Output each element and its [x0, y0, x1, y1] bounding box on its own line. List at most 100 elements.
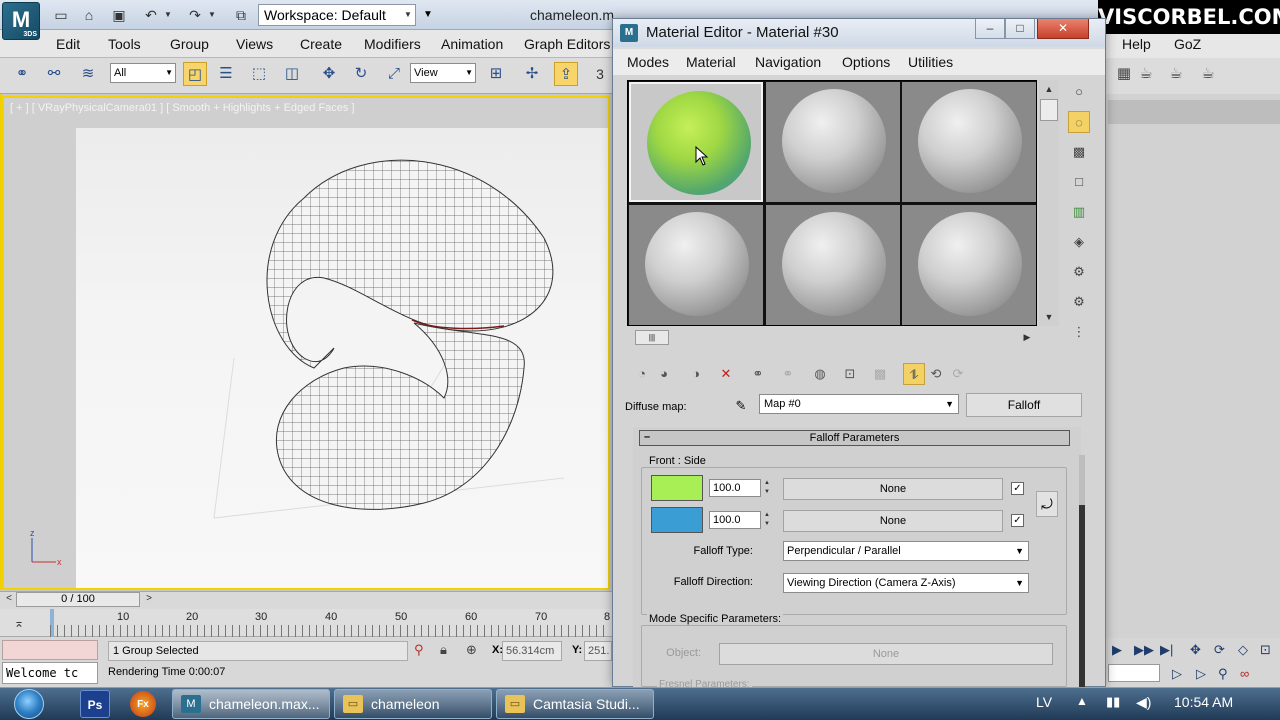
- select-by-name-icon[interactable]: ☰: [214, 62, 238, 86]
- map-name-select[interactable]: Map #0 ▼: [759, 394, 959, 414]
- sample-type-sphere-icon[interactable]: ○: [1068, 81, 1090, 103]
- dolly-icon[interactable]: ⚲: [1218, 666, 1228, 682]
- language-indicator[interactable]: LV: [1036, 694, 1052, 710]
- close-button[interactable]: ✕: [1037, 19, 1089, 39]
- open-file-icon[interactable]: ⌂: [78, 5, 100, 25]
- save-file-icon[interactable]: ▣: [108, 5, 130, 25]
- taskbar-item-camtasia[interactable]: ▭ Camtasia Studi...: [496, 689, 654, 719]
- time-slider-thumb[interactable]: 0 / 100: [16, 592, 140, 607]
- map-type-button[interactable]: Falloff: [966, 393, 1082, 417]
- isolate-selection-icon[interactable]: ⚲: [414, 642, 424, 658]
- region-select-icon[interactable]: ⬚: [247, 62, 271, 86]
- link-icon[interactable]: ⚭: [10, 62, 34, 86]
- front-amount-field[interactable]: 100.0: [709, 479, 761, 497]
- render-setup-icon[interactable]: ☕: [1134, 62, 1158, 86]
- material-options-icon[interactable]: ⚙: [1068, 261, 1090, 283]
- scale-icon[interactable]: ⤢: [382, 62, 406, 86]
- pivot-center-icon[interactable]: ⊞: [484, 62, 508, 86]
- window-crossing-icon[interactable]: ◫: [280, 62, 304, 86]
- play-icon[interactable]: ▶: [1112, 642, 1122, 658]
- redo-dropdown-icon[interactable]: ▼: [206, 5, 218, 25]
- maxscript-listener-output[interactable]: [2, 640, 98, 660]
- sample-uv-tiling-icon[interactable]: □: [1068, 171, 1090, 193]
- sample-slot[interactable]: [902, 82, 1036, 202]
- show-end-result-icon[interactable]: ⥮: [903, 363, 925, 385]
- undo-dropdown-icon[interactable]: ▼: [162, 5, 174, 25]
- scroll-right-icon[interactable]: ▶: [1018, 328, 1036, 346]
- menu-modifiers[interactable]: Modifiers: [364, 36, 421, 52]
- menu-group[interactable]: Group: [170, 36, 209, 52]
- time-slider-next-button[interactable]: >: [142, 592, 156, 607]
- orbit-icon[interactable]: ⟳: [1214, 642, 1225, 658]
- sample-slots-hscroll[interactable]: [627, 328, 1037, 346]
- move-icon[interactable]: ✥: [317, 62, 341, 86]
- go-to-parent-icon[interactable]: ⟲: [925, 363, 947, 385]
- menu-utilities[interactable]: Utilities: [908, 54, 953, 70]
- front-amount-spinner[interactable]: ▲ ▼: [762, 479, 772, 497]
- workspace-select[interactable]: Workspace: Default: [258, 4, 416, 26]
- sample-slot[interactable]: [629, 205, 763, 325]
- menu-help[interactable]: Help: [1122, 36, 1151, 52]
- field-of-view-icon[interactable]: ◇: [1238, 642, 1248, 658]
- menu-views[interactable]: Views: [236, 36, 273, 52]
- tray-expand-icon[interactable]: ▲: [1076, 694, 1088, 708]
- minimize-button[interactable]: –: [975, 19, 1005, 39]
- selection-filter-select[interactable]: All ▼: [110, 63, 176, 83]
- absolute-transform-icon[interactable]: ⊕: [466, 642, 477, 658]
- max-app-logo[interactable]: M 3DS: [2, 2, 40, 40]
- sample-slot-selected[interactable]: [629, 82, 763, 202]
- put-to-library-icon[interactable]: ◍: [809, 363, 831, 385]
- menu-navigation[interactable]: Navigation: [755, 54, 821, 70]
- material-map-navigator-icon[interactable]: ⋮: [1068, 321, 1090, 343]
- side-amount-field[interactable]: 100.0: [709, 511, 761, 529]
- go-to-end-icon[interactable]: ▶|: [1160, 642, 1173, 658]
- front-map-button[interactable]: None: [783, 478, 1003, 500]
- maximize-button[interactable]: □: [1005, 19, 1035, 39]
- put-material-to-scene-icon[interactable]: ◕: [653, 363, 675, 385]
- side-amount-spinner[interactable]: ▲ ▼: [762, 511, 772, 529]
- photoshop-pinned-icon[interactable]: Ps: [80, 690, 110, 718]
- time-config-icon[interactable]: ▷: [1172, 666, 1182, 682]
- reset-map-icon[interactable]: ✕: [715, 363, 737, 385]
- menu-create[interactable]: Create: [300, 36, 342, 52]
- front-map-enable-checkbox[interactable]: ✓: [1011, 482, 1024, 495]
- menu-graph-editors[interactable]: Graph Editors: [524, 36, 610, 52]
- network-icon[interactable]: ▮▮: [1106, 694, 1120, 710]
- falloff-type-select[interactable]: Perpendicular / Parallel ▼: [783, 541, 1029, 561]
- background-checker-icon[interactable]: ▩: [1068, 141, 1090, 163]
- walkthrough-icon[interactable]: ∞: [1240, 666, 1249, 681]
- assign-material-icon[interactable]: ◑: [685, 363, 707, 385]
- reference-coordinate-select[interactable]: View ▼: [410, 63, 476, 83]
- menu-edit[interactable]: Edit: [56, 36, 80, 52]
- make-material-copy-icon[interactable]: ⚭: [747, 363, 769, 385]
- y-coordinate-field[interactable]: 251.: [584, 641, 612, 661]
- keyboard-shortcut-override-icon[interactable]: ⇪: [554, 62, 578, 86]
- menu-options[interactable]: Options: [842, 54, 890, 70]
- make-preview-icon[interactable]: ◈: [1068, 231, 1090, 253]
- redo-icon[interactable]: ↷: [184, 5, 206, 25]
- undo-icon[interactable]: ↶: [140, 5, 162, 25]
- start-button-icon[interactable]: [14, 689, 44, 719]
- swap-colors-icon[interactable]: ⤾: [1036, 491, 1058, 517]
- taskbar-item-chameleon-folder[interactable]: ▭ chameleon: [334, 689, 492, 719]
- pick-material-eyedropper-icon[interactable]: ✎: [731, 396, 751, 416]
- material-id-channel-icon[interactable]: ⊡: [839, 363, 861, 385]
- get-material-icon[interactable]: ◔: [631, 363, 653, 385]
- chevron-down-icon[interactable]: ▼: [400, 4, 416, 26]
- sample-slots-vscroll-thumb[interactable]: [1040, 99, 1058, 121]
- maxscript-listener-input[interactable]: Welcome tc: [2, 662, 98, 684]
- scroll-down-icon[interactable]: ▼: [1040, 308, 1058, 326]
- backlight-icon[interactable]: ◌: [1068, 111, 1090, 133]
- project-folder-icon[interactable]: ⧉: [230, 5, 252, 25]
- firefox-pinned-icon[interactable]: Fx: [130, 691, 156, 717]
- sample-slot[interactable]: [766, 205, 900, 325]
- frame-field[interactable]: [1108, 664, 1160, 682]
- unlink-icon[interactable]: ⚯: [42, 62, 66, 86]
- scroll-up-icon[interactable]: ▲: [1040, 80, 1058, 98]
- rollout-scrollbar-track[interactable]: [1079, 455, 1085, 505]
- lock-selection-icon[interactable]: 🔒︎: [440, 642, 447, 658]
- rollout-header[interactable]: – Falloff Parameters: [639, 430, 1070, 446]
- menu-goz[interactable]: GoZ: [1174, 36, 1201, 52]
- menu-material[interactable]: Material: [686, 54, 736, 70]
- snaps-toggle-icon[interactable]: 3: [588, 62, 612, 86]
